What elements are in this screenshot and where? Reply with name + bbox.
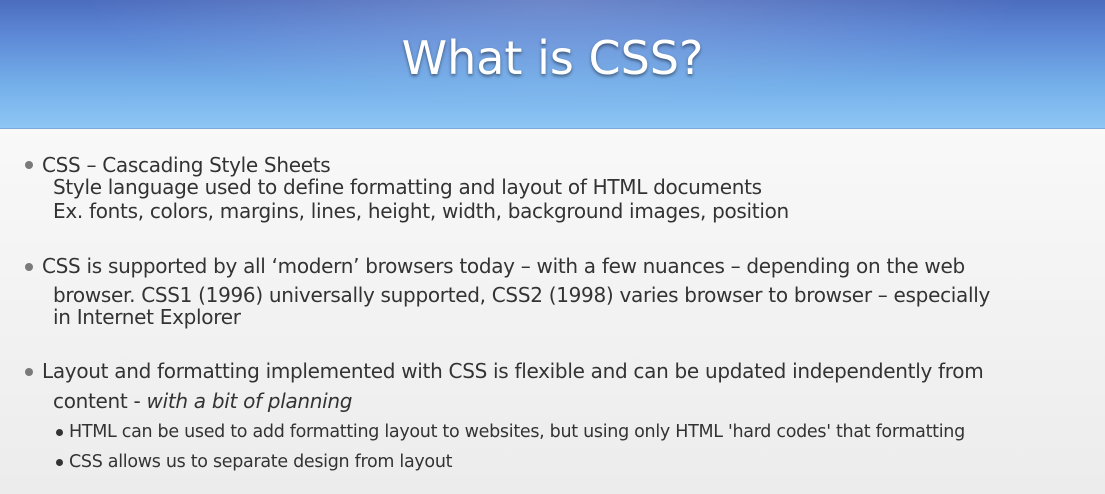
sub-bullet-dot [56,429,63,436]
bullet-2-line-2: browser. CSS1 (1996) universally support… [53,283,991,307]
slide-body: CSS – Cascading Style Sheets Style langu… [0,0,1105,494]
bullet-2-line-3: in Internet Explorer [53,305,241,329]
bullet-dot [25,263,33,271]
sub-bullet-1: HTML can be used to add formatting layou… [69,422,965,442]
bullet-2-line-1: CSS is supported by all ‘modern’ browser… [42,254,965,278]
sub-bullet-dot [56,459,63,466]
bullet-3-emphasis: with a bit of planning [146,389,353,413]
bullet-1-line-3: Ex. fonts, colors, margins, lines, heigh… [53,199,789,223]
bullet-dot [25,368,33,376]
bullet-dot [25,161,33,169]
bullet-3-line-1: Layout and formatting implemented with C… [42,359,984,383]
sub-bullet-2: CSS allows us to separate design from la… [69,452,453,472]
bullet-3-line-2: content - with a bit of planning [53,389,353,413]
bullet-1-line-2: Style language used to define formatting… [53,175,762,199]
bullet-3-content-text: content - [53,389,147,413]
bullet-1-line-1: CSS – Cascading Style Sheets [42,153,331,177]
